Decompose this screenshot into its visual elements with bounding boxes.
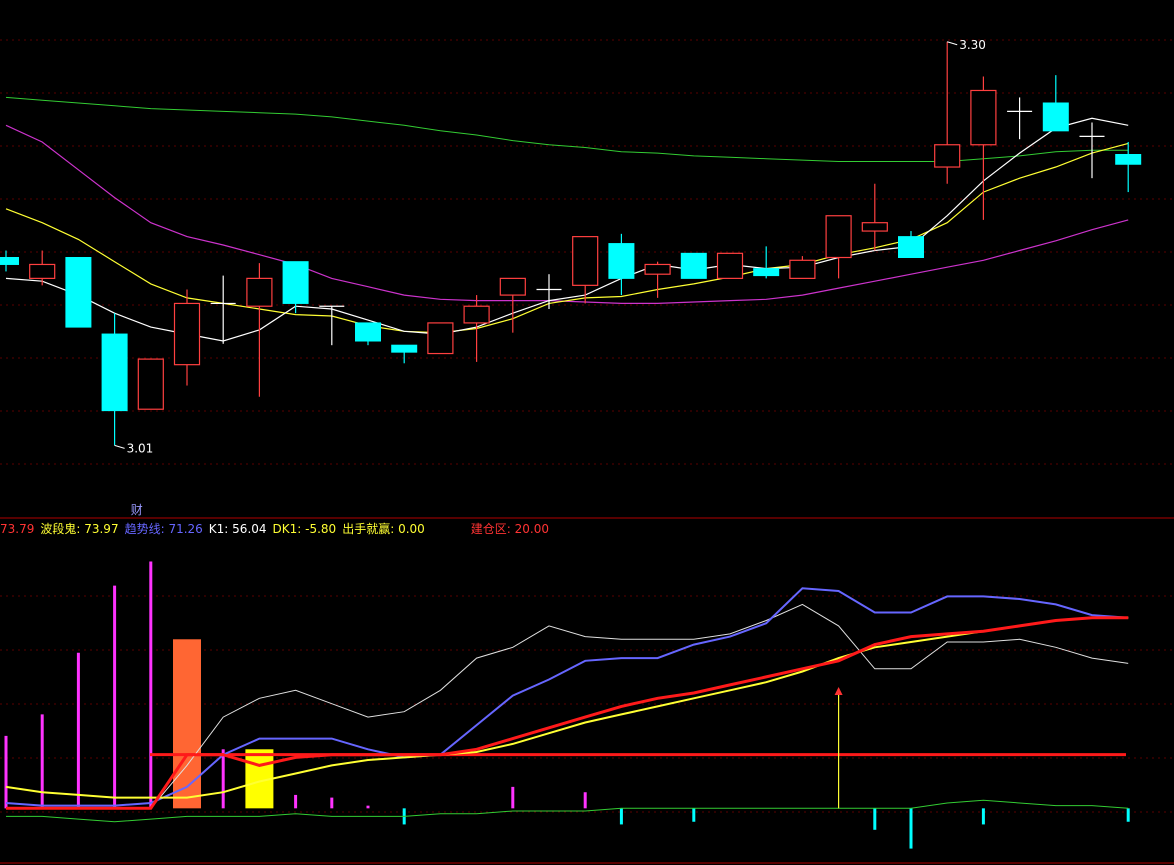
indicator-white-line	[150, 603, 1129, 809]
candle-down	[680, 252, 707, 279]
candle-down	[1115, 154, 1142, 165]
candle-up	[825, 215, 852, 259]
candle-up	[572, 236, 599, 286]
legend-item: 出手就赢: 0.00	[342, 522, 425, 536]
legend-item: 73.79	[0, 522, 34, 536]
candle-up	[463, 305, 490, 324]
indicator-block	[173, 639, 201, 809]
candle-down	[0, 257, 19, 265]
legend-item: 建仓区: 20.00	[471, 522, 549, 536]
candle-up	[246, 277, 273, 307]
price-annotation-arrow	[947, 41, 958, 46]
legend-name: 波段鬼:	[40, 522, 85, 536]
candle-down	[1042, 102, 1069, 132]
price-annotation-arrow	[114, 444, 125, 449]
stock-chart: 3.30 3.01 财	[0, 38, 1174, 864]
candle-down	[898, 236, 924, 259]
candle-down	[282, 261, 309, 304]
candle-up	[499, 277, 526, 296]
signal-arrow-head	[834, 686, 843, 695]
candle-up	[29, 263, 56, 279]
legend-name: 建仓区:	[470, 522, 515, 536]
candle-up	[934, 144, 961, 168]
price-annotation-label: 3.01	[127, 441, 154, 455]
candle-down	[65, 257, 92, 328]
legend-value: 56.04	[232, 522, 267, 536]
legend-name: 趋势线:	[124, 522, 169, 536]
legend-item: K1: 56.04	[209, 522, 267, 536]
candle-down	[101, 333, 128, 412]
candle-up	[173, 302, 201, 366]
candle-up	[716, 252, 744, 279]
legend-name: DK1:	[272, 522, 306, 536]
legend-value: 71.26	[168, 522, 203, 536]
candle-down	[391, 344, 418, 353]
legend-value: 20.00	[514, 522, 549, 536]
price-annotation-label: 3.30	[959, 38, 986, 52]
candle-down	[608, 243, 635, 279]
legend-value: 73.97	[84, 522, 119, 536]
legend-value: -5.80	[305, 522, 337, 536]
candle-down	[753, 268, 780, 277]
candle-up	[644, 263, 671, 275]
indicator-legend: 73.79 波段鬼: 73.97 趋势线: 71.26 K1: 56.04 DK1: -…	[0, 520, 555, 536]
marker-label: 财	[131, 503, 143, 517]
candle-up	[789, 259, 816, 279]
candle-up	[970, 89, 997, 146]
legend-item: 波段鬼: 73.97	[40, 522, 118, 536]
candle-up	[427, 322, 454, 355]
candle-down	[355, 322, 381, 342]
legend-item: 趋势线: 71.26	[125, 522, 203, 536]
legend-name: 出手就赢:	[342, 522, 399, 536]
legend-value: 73.79	[0, 522, 35, 536]
candle-up	[861, 222, 888, 232]
legend-item: DK1: -5.80	[273, 522, 337, 536]
candle-up	[137, 358, 164, 410]
legend-name: K1:	[208, 522, 233, 536]
legend-value: 0.00	[398, 522, 425, 536]
